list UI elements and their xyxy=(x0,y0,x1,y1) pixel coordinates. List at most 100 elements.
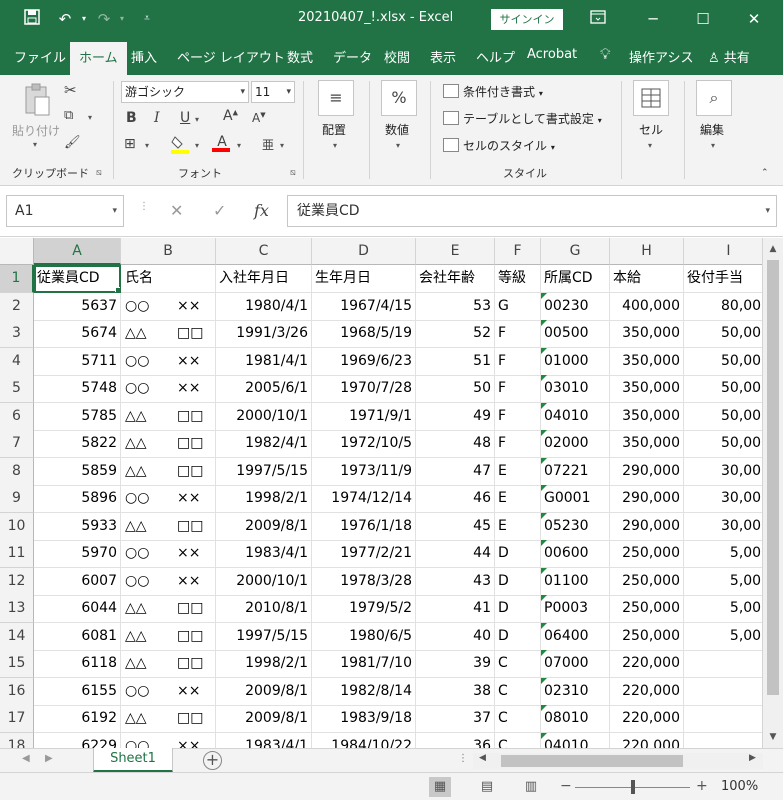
cell-b10[interactable]: △△ □□ xyxy=(121,512,216,541)
cell-g6[interactable]: 04010 xyxy=(541,402,610,431)
column-header-i[interactable]: I xyxy=(684,238,762,265)
cell-b14[interactable]: △△ □□ xyxy=(121,622,216,651)
cell-c1[interactable]: 入社年月日 xyxy=(216,265,312,293)
formula-input[interactable]: 従業員CD ▾ xyxy=(287,195,777,227)
font-name-combo[interactable]: 游ゴシック ▾ xyxy=(121,81,249,103)
undo-icon[interactable]: ↶ xyxy=(55,9,75,29)
cell-h2[interactable]: 400,000 xyxy=(610,292,684,321)
cell-b11[interactable]: ○○ ×× xyxy=(121,540,216,568)
format-as-table-button[interactable]: テーブルとして書式設定 ▾ xyxy=(443,110,602,127)
row-header[interactable]: 13 xyxy=(0,595,34,623)
alignment-dropdown-icon[interactable]: ▾ xyxy=(333,141,337,150)
cell-f9[interactable]: E xyxy=(495,485,541,513)
cell-b15[interactable]: △△ □□ xyxy=(121,650,216,678)
cell-c14[interactable]: 1997/5/15 xyxy=(216,622,312,651)
editing-dropdown-icon[interactable]: ▾ xyxy=(711,141,715,150)
cell-a8[interactable]: 5859 xyxy=(34,457,121,486)
cell-g13[interactable]: P0003 xyxy=(541,595,610,623)
share-button[interactable]: ♙ 共有 xyxy=(708,47,750,66)
tab-splitter-icon[interactable]: ⋮ xyxy=(458,753,468,764)
horizontal-scroll-thumb[interactable] xyxy=(501,755,683,767)
cell-c8[interactable]: 1997/5/15 xyxy=(216,457,312,486)
column-header-f[interactable]: F xyxy=(495,238,541,265)
cell-e1[interactable]: 会社年齢 xyxy=(416,265,495,293)
number-format-button[interactable]: 数値 xyxy=(385,121,409,138)
cell-g4[interactable]: 01000 xyxy=(541,347,610,376)
cell-b7[interactable]: △△ □□ xyxy=(121,430,216,458)
cell-f4[interactable]: F xyxy=(495,347,541,376)
column-header-g[interactable]: G xyxy=(541,238,610,265)
scroll-up-icon[interactable]: ▲ xyxy=(765,242,781,256)
column-header-c[interactable]: C xyxy=(216,238,312,265)
cell-i13[interactable]: 5,000 xyxy=(684,595,762,623)
cell-g3[interactable]: 00500 xyxy=(541,320,610,348)
cell-h5[interactable]: 350,000 xyxy=(610,375,684,403)
cell-a15[interactable]: 6118 xyxy=(34,650,121,678)
cell-c4[interactable]: 1981/4/1 xyxy=(216,347,312,376)
cell-i14[interactable]: 5,000 xyxy=(684,623,762,651)
row-header[interactable]: 6 xyxy=(0,402,34,431)
cell-e6[interactable]: 49 xyxy=(416,402,495,431)
row-header[interactable]: 18 xyxy=(0,732,34,748)
format-painter-icon[interactable]: 🖌︎ xyxy=(64,135,81,150)
cell-h12[interactable]: 250,000 xyxy=(610,567,684,596)
cell-g7[interactable]: 02000 xyxy=(541,430,610,458)
cell-d1[interactable]: 生年月日 xyxy=(312,265,416,293)
cell-g15[interactable]: 07000 xyxy=(541,650,610,678)
next-sheet-icon[interactable]: ▶ xyxy=(45,753,53,764)
cell-c3[interactable]: 1991/3/26 xyxy=(216,320,312,348)
cell-a6[interactable]: 5785 xyxy=(34,402,121,431)
cell-c11[interactable]: 1983/4/1 xyxy=(216,540,312,568)
row-header[interactable]: 1 xyxy=(0,265,34,293)
cell-h13[interactable]: 250,000 xyxy=(610,595,684,623)
cell-i5[interactable]: 50,000 xyxy=(684,375,762,403)
row-header[interactable]: 7 xyxy=(0,430,34,458)
cancel-entry-icon[interactable]: ✕ xyxy=(170,201,183,220)
cell-b4[interactable]: ○○ ×× xyxy=(121,347,216,376)
select-all-corner[interactable] xyxy=(0,238,34,265)
row-header[interactable]: 9 xyxy=(0,485,34,513)
paste-dropdown-icon[interactable]: ▾ xyxy=(33,140,37,149)
prev-sheet-icon[interactable]: ◀ xyxy=(22,753,30,764)
cell-d14[interactable]: 1980/6/5 xyxy=(312,622,416,651)
cell-f1[interactable]: 等級 xyxy=(495,265,541,293)
cell-e15[interactable]: 39 xyxy=(416,650,495,678)
cell-b13[interactable]: △△ □□ xyxy=(121,595,216,623)
row-header[interactable]: 4 xyxy=(0,347,34,376)
cell-h3[interactable]: 350,000 xyxy=(610,320,684,348)
cell-d18[interactable]: 1984/10/22 xyxy=(312,732,416,748)
cell-i11[interactable]: 5,000 xyxy=(684,540,762,568)
row-header[interactable]: 14 xyxy=(0,622,34,651)
expand-formula-bar-icon[interactable]: ▾ xyxy=(765,196,770,226)
cell-d3[interactable]: 1968/5/19 xyxy=(312,320,416,348)
cell-g10[interactable]: 05230 xyxy=(541,512,610,541)
tab-home[interactable]: ホーム xyxy=(70,42,127,75)
cell-a7[interactable]: 5822 xyxy=(34,430,121,458)
cell-h1[interactable]: 本給 xyxy=(610,265,684,293)
cell-e9[interactable]: 46 xyxy=(416,485,495,513)
cell-e11[interactable]: 44 xyxy=(416,540,495,568)
redo-icon[interactable]: ↷ xyxy=(94,9,114,29)
cell-d9[interactable]: 1974/12/14 xyxy=(312,485,416,513)
borders-icon[interactable]: ⊞ xyxy=(124,136,136,152)
cell-e7[interactable]: 48 xyxy=(416,430,495,458)
cell-e2[interactable]: 53 xyxy=(416,292,495,321)
page-layout-view-icon[interactable]: ▤ xyxy=(476,777,498,797)
collapse-ribbon-icon[interactable]: ⌃ xyxy=(761,168,769,178)
font-color-dropdown-icon[interactable]: ▾ xyxy=(237,141,241,150)
cell-b8[interactable]: △△ □□ xyxy=(121,457,216,486)
paste-icon[interactable] xyxy=(22,83,52,117)
cell-c9[interactable]: 1998/2/1 xyxy=(216,485,312,513)
cell-b5[interactable]: ○○ ×× xyxy=(121,375,216,403)
confirm-entry-icon[interactable]: ✓ xyxy=(213,201,226,220)
redo-dropdown-icon[interactable]: ▾ xyxy=(112,9,132,29)
cell-d16[interactable]: 1982/8/14 xyxy=(312,677,416,706)
cell-d5[interactable]: 1970/7/28 xyxy=(312,375,416,403)
cell-g11[interactable]: 00600 xyxy=(541,540,610,568)
cell-h15[interactable]: 220,000 xyxy=(610,650,684,678)
cell-h6[interactable]: 350,000 xyxy=(610,402,684,431)
cell-b3[interactable]: △△ □□ xyxy=(121,320,216,348)
cell-f13[interactable]: D xyxy=(495,595,541,623)
zoom-out-button[interactable]: − xyxy=(560,778,572,794)
borders-dropdown-icon[interactable]: ▾ xyxy=(145,141,149,150)
